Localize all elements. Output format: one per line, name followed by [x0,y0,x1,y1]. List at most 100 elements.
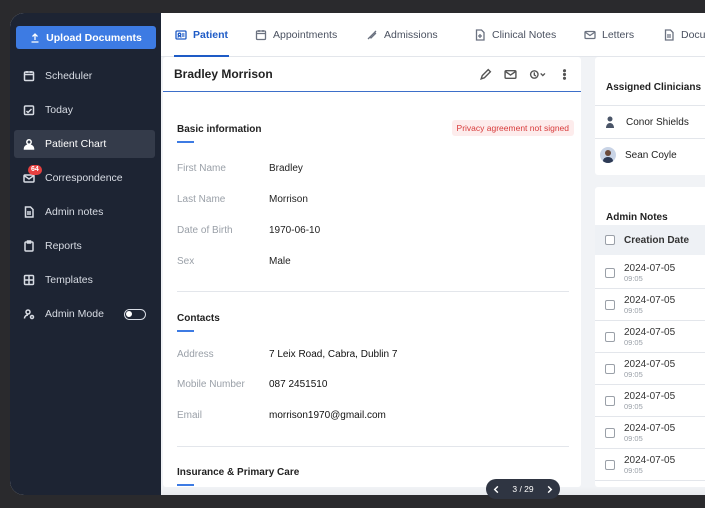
chevron-left-icon[interactable] [492,485,501,494]
sidebar-item-templates[interactable]: Templates [14,266,155,294]
tab-label: Letters [602,29,635,41]
sidebar-item-today[interactable]: Today [14,96,155,124]
clinician-name: Sean Coyle [625,149,677,161]
tab-bar: Patient Appointments Admissions Clinical… [161,13,705,57]
clinicians-heading: Assigned Clinicians [606,82,702,93]
table-row[interactable]: 2024-07-05 09:05 [595,385,705,417]
note-date: 2024-07-05 [624,422,676,434]
sidebar-item-label: Templates [45,274,93,286]
first-name-value: Bradley [269,163,303,174]
today-icon [22,103,36,117]
sidebar-item-reports[interactable]: Reports [14,232,155,260]
sidebar-item-label: Patient Chart [45,138,107,150]
note-date: 2024-07-05 [624,454,676,466]
calendar-icon [22,69,36,83]
table-row[interactable]: 2024-07-05 09:05 [595,449,705,481]
upload-icon [31,32,39,43]
table-row[interactable]: 2024-07-05 09:05 [595,353,705,385]
last-name-value: Morrison [269,194,308,205]
row-checkbox[interactable] [605,363,615,374]
note-time: 09:05 [624,337,643,347]
section-underline [177,141,194,143]
mobile-label: Mobile Number [177,379,245,390]
page-indicator: 3 / 29 [512,484,534,494]
note-date: 2024-07-05 [624,294,676,306]
row-checkbox[interactable] [605,395,615,406]
note-date: 2024-07-05 [624,358,676,370]
sidebar-item-label: Reports [45,240,82,252]
tab-patient[interactable]: Patient [173,13,230,57]
dob-value: 1970-06-10 [269,225,321,236]
column-header-creation-date[interactable]: Creation Date [624,235,689,246]
page-navigator: 3 / 29 [486,479,560,499]
sidebar-item-label: Admin Mode [45,308,104,320]
more-vertical-icon[interactable] [558,68,571,81]
note-date: 2024-07-05 [624,262,676,274]
sidebar-item-scheduler[interactable]: Scheduler [14,62,155,90]
note-time: 09:05 [624,465,643,475]
divider [595,138,705,139]
upload-documents-button[interactable]: Upload Documents [16,26,156,49]
section-divider [177,291,569,292]
sidebar-item-label: Scheduler [45,70,93,82]
privacy-status-badge: Privacy agreement not signed [451,120,574,136]
bottom-edge [161,487,705,495]
dropdown-menu-icon[interactable] [529,68,546,81]
correspondence-count-badge: 64 [28,165,42,175]
note-time: 09:05 [624,273,643,283]
device-frame: Upload Documents Scheduler Today Patient… [0,0,705,508]
row-checkbox[interactable] [605,299,615,310]
grid-icon [22,273,36,287]
note-add-icon [475,29,485,41]
admin-mode-toggle[interactable] [123,308,146,320]
avatar [600,147,616,163]
table-row[interactable]: 2024-07-05 09:05 [595,257,705,289]
table-row[interactable]: 2024-07-05 09:05 [595,417,705,449]
row-checkbox[interactable] [605,459,615,470]
tab-label: Clinical Notes [492,29,557,41]
patient-details-card: Bradley Morrison Basic information Priva… [163,57,581,487]
tab-documents[interactable]: Docume [663,13,705,57]
mail-icon: 64 [22,165,42,185]
note-time: 09:05 [624,369,643,379]
row-checkbox[interactable] [605,267,615,278]
clinician-row[interactable]: Sean Coyle [600,147,677,163]
select-all-checkbox[interactable] [605,235,615,245]
clinician-name: Conor Shields [626,116,689,128]
syringe-icon [367,30,377,40]
sidebar-item-label: Today [45,104,74,116]
note-date: 2024-07-05 [624,390,676,402]
chevron-right-icon[interactable] [545,485,554,494]
row-checkbox[interactable] [605,331,615,342]
send-mail-icon[interactable] [504,68,517,81]
table-row[interactable]: 2024-07-05 09:05 [595,289,705,321]
table-row[interactable]: 2024-07-05 09:05 [595,321,705,353]
note-time: 09:05 [624,305,643,315]
tab-clinical-notes[interactable]: Clinical Notes [474,13,556,57]
dob-label: Date of Birth [177,225,233,236]
person-icon [22,137,36,151]
sidebar-item-admin-notes[interactable]: Admin notes [14,198,155,226]
tab-admissions[interactable]: Admissions [366,13,438,57]
tab-label: Admissions [384,29,438,41]
email-label: Email [177,410,203,421]
clinician-row[interactable]: Conor Shields [603,115,689,129]
sidebar-item-correspondence[interactable]: 64 Correspondence [14,164,155,192]
assigned-clinicians-card: Assigned Clinicians Conor Shields Sean C… [595,57,705,175]
sidebar-item-admin-mode[interactable]: Admin Mode [14,300,155,328]
admin-icon [22,307,36,321]
admin-notes-card: Admin Notes Creation Date 2024-07-05 09:0… [595,187,705,487]
sex-value: Male [269,256,291,267]
clipboard-icon [22,239,36,253]
patient-name: Bradley Morrison [174,67,273,81]
tab-letters[interactable]: Letters [584,13,634,57]
contacts-heading: Contacts [177,313,220,324]
row-checkbox[interactable] [605,427,615,438]
id-card-icon [175,30,187,40]
tab-appointments[interactable]: Appointments [255,13,337,57]
note-time: 09:05 [624,401,643,411]
sidebar-item-patient-chart[interactable]: Patient Chart [14,130,155,158]
admin-notes-heading: Admin Notes [606,212,668,223]
edit-pencil-icon[interactable] [479,68,492,81]
upload-label: Upload Documents [46,31,142,44]
